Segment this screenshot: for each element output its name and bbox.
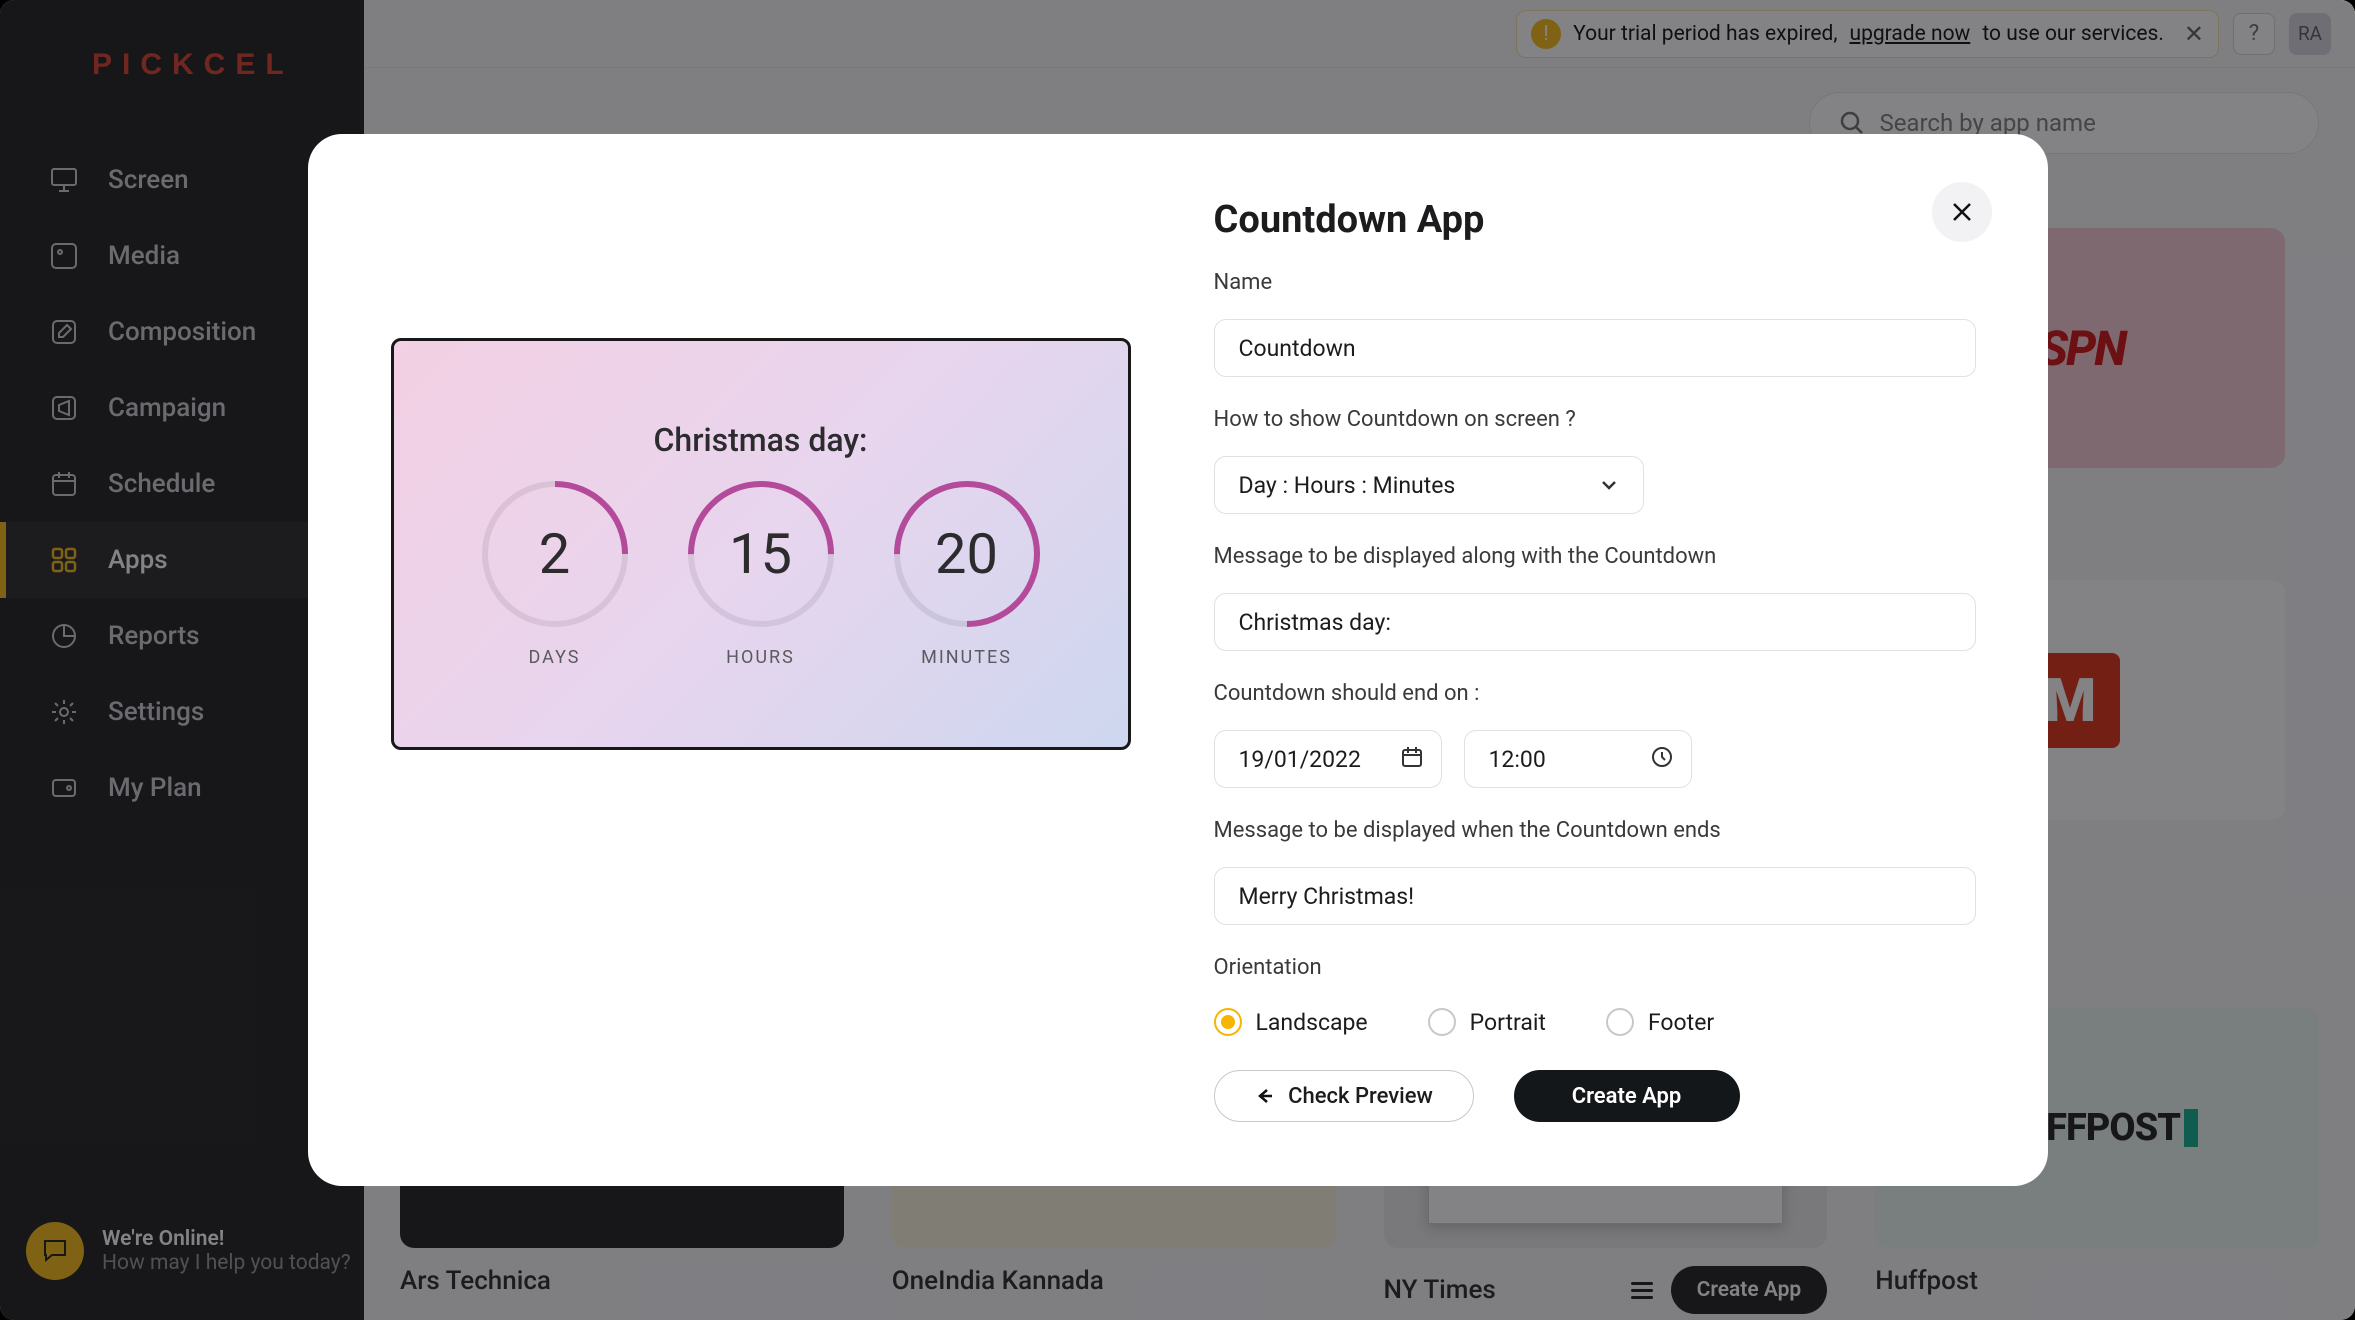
end-label: Countdown should end on : xyxy=(1214,681,1976,706)
ring-days: 2 xyxy=(482,481,628,627)
close-icon xyxy=(1950,200,1974,224)
orientation-label: Orientation xyxy=(1214,955,1976,980)
orientation-group: Landscape Portrait Footer xyxy=(1214,1008,1976,1036)
format-select[interactable]: Day : Hours : Minutes xyxy=(1214,456,1644,514)
countdown-preview: Christmas day: 2 DAYS 15 HOURS 20 MINUTE xyxy=(391,338,1131,750)
message-label: Message to be displayed along with the C… xyxy=(1214,544,1976,569)
preview-title: Christmas day: xyxy=(654,421,868,459)
orientation-portrait[interactable]: Portrait xyxy=(1428,1008,1546,1036)
ring-minutes: 20 xyxy=(894,481,1040,627)
ring-label: DAYS xyxy=(529,647,581,668)
ring-label: MINUTES xyxy=(921,647,1012,668)
name-label: Name xyxy=(1214,270,1976,295)
clock-icon[interactable] xyxy=(1650,745,1674,773)
countdown-app-modal: Christmas day: 2 DAYS 15 HOURS 20 MINUTE xyxy=(308,134,2048,1186)
modal-overlay: Christmas day: 2 DAYS 15 HOURS 20 MINUTE xyxy=(0,0,2355,1320)
check-preview-button[interactable]: Check Preview xyxy=(1214,1070,1474,1122)
modal-title: Countdown App xyxy=(1214,198,1976,242)
chevron-down-icon xyxy=(1599,475,1619,495)
arrow-left-icon xyxy=(1254,1086,1274,1106)
format-value: Day : Hours : Minutes xyxy=(1239,472,1456,499)
orientation-landscape[interactable]: Landscape xyxy=(1214,1008,1368,1036)
form-pane: Countdown App Name How to show Countdown… xyxy=(1214,198,1976,1122)
countdown-rings: 2 DAYS 15 HOURS 20 MINUTES xyxy=(482,481,1040,668)
end-message-label: Message to be displayed when the Countdo… xyxy=(1214,818,1976,843)
modal-close-button[interactable] xyxy=(1932,182,1992,242)
ring-hours: 15 xyxy=(688,481,834,627)
name-input[interactable] xyxy=(1214,319,1976,377)
create-app-button[interactable]: Create App xyxy=(1514,1070,1740,1122)
ring-label: HOURS xyxy=(726,647,795,668)
calendar-icon[interactable] xyxy=(1400,745,1424,773)
end-message-input[interactable] xyxy=(1214,867,1976,925)
message-input[interactable] xyxy=(1214,593,1976,651)
orientation-footer[interactable]: Footer xyxy=(1606,1008,1714,1036)
format-label: How to show Countdown on screen ? xyxy=(1214,407,1976,432)
preview-pane: Christmas day: 2 DAYS 15 HOURS 20 MINUTE xyxy=(380,198,1142,1122)
